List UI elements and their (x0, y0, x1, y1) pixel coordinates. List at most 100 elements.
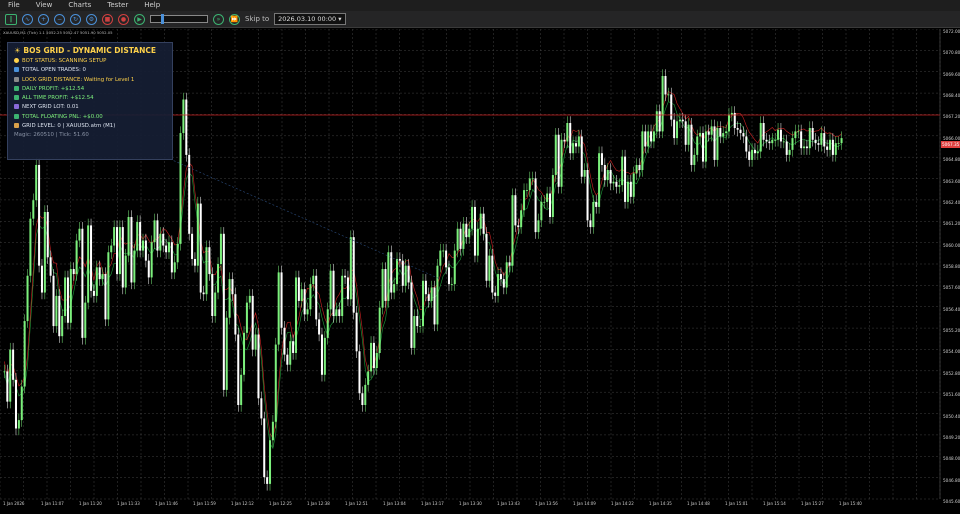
candle-body (479, 213, 482, 229)
candle-body (292, 341, 295, 353)
candle-body (546, 193, 549, 202)
candle-body (667, 94, 670, 96)
candle-body (332, 270, 335, 317)
menu-help[interactable]: Help (136, 0, 168, 11)
refresh-icon[interactable]: ↻ (70, 13, 81, 25)
candle-body (202, 292, 205, 295)
step-icon[interactable]: » (213, 13, 224, 25)
candle-body (771, 139, 774, 144)
skip-date-value: 2026.03.10 00:00 (278, 15, 337, 23)
candle-body (26, 275, 29, 322)
skip-date-select[interactable]: 2026.03.10 00:00 ▾ (274, 13, 346, 25)
record-icon[interactable]: ● (118, 13, 129, 25)
candle-body (141, 240, 145, 251)
candle-body (549, 193, 552, 217)
bot-status: BOT STATUS: SCANNING SETUP (22, 58, 107, 64)
candle-body (297, 277, 300, 301)
candle-body (612, 181, 615, 184)
play-icon[interactable]: ▶ (134, 13, 145, 25)
candle-body (127, 217, 130, 256)
candle-body (49, 257, 52, 276)
candle-body (419, 326, 422, 327)
all-time-profit-icon (14, 95, 19, 101)
candle-body (583, 170, 586, 177)
time-tick-label: 1 Jan 11:07 (41, 501, 64, 506)
trades-icon (14, 67, 19, 73)
time-tick-label: 1 Jan 11:20 (79, 501, 102, 506)
candle-body (468, 228, 471, 238)
price-tick-label: 5046.80 (943, 477, 960, 483)
time-tick-label: 1 Jan 12:25 (269, 501, 292, 506)
candle-body (101, 274, 104, 280)
candle-body (234, 294, 237, 335)
menu-bar: File View Charts Tester Help (0, 0, 960, 11)
time-tick-label: 1 Jan 13:56 (535, 501, 558, 506)
candle-body (551, 175, 554, 217)
menu-file[interactable]: File (0, 0, 28, 11)
chart-icon[interactable]: ∿ (22, 13, 33, 25)
candle-body (404, 265, 407, 286)
candle-body (156, 220, 159, 251)
candle-body (777, 129, 780, 140)
candle-body (701, 133, 705, 162)
time-tick-label: 1 Jan 13:17 (421, 501, 444, 506)
candle-body (43, 211, 46, 293)
price-tick-label: 5063.60 (943, 178, 960, 184)
candle-body (748, 151, 751, 160)
candle-body (528, 178, 531, 191)
menu-tester[interactable]: Tester (99, 0, 136, 11)
candle-body (104, 274, 107, 320)
price-tick-label: 5062.40 (943, 199, 960, 205)
candle-body (439, 250, 442, 266)
candle-body (147, 260, 150, 278)
candle-body (66, 277, 69, 323)
candle-body (753, 149, 756, 154)
price-tick-label: 5058.80 (943, 264, 960, 269)
candle-body (540, 201, 543, 221)
candle-body (814, 139, 817, 144)
candle-body (779, 129, 782, 142)
candle-body (196, 203, 199, 266)
candle-body (817, 143, 820, 145)
lock-icon (14, 76, 19, 82)
start-button[interactable]: ‖ (5, 13, 17, 25)
candle-body (378, 307, 381, 353)
candle-body (416, 316, 419, 327)
candle-body (557, 134, 560, 187)
fast-forward-icon[interactable]: ⏩ (229, 13, 240, 25)
time-tick-label: 1 Jan 12:12 (231, 501, 254, 506)
candle-body (759, 123, 762, 152)
speed-slider[interactable] (150, 14, 208, 24)
lot-icon (14, 104, 19, 110)
candle-body (730, 112, 733, 115)
candle-body (133, 250, 136, 283)
price-tick-label: 5061.20 (943, 221, 960, 227)
daily-profit-icon (14, 85, 19, 91)
zoom-in-icon[interactable]: + (38, 13, 49, 25)
candle-body (791, 138, 794, 150)
chart-header: XAUUSD,M1 (Tick) 1.1 5052.25 5052.47 505… (3, 30, 113, 35)
time-tick-label: 1 Jan 13:30 (459, 501, 482, 506)
candle-body (577, 136, 580, 147)
candle-body (257, 334, 260, 399)
candle-body (173, 262, 176, 273)
candle-body (179, 133, 182, 244)
zoom-out-icon[interactable]: − (54, 13, 65, 25)
candle-body (554, 134, 557, 176)
time-tick-label: 1 Jan 13:43 (497, 501, 520, 506)
menu-charts[interactable]: Charts (60, 0, 99, 11)
candle-body (113, 227, 116, 246)
candle-body (260, 398, 263, 419)
stop-icon[interactable]: ■ (102, 13, 113, 25)
settings-icon[interactable]: ⚙ (86, 13, 97, 25)
candle-body (626, 181, 629, 202)
candle-body (834, 143, 837, 155)
price-tick-label: 5069.60 (943, 71, 960, 77)
candle-body (840, 138, 843, 144)
candle-body (442, 250, 445, 252)
candle-body (23, 321, 26, 387)
candle-body (655, 111, 658, 132)
candle-body (739, 129, 742, 134)
candle-body (664, 76, 667, 95)
menu-view[interactable]: View (28, 0, 61, 11)
